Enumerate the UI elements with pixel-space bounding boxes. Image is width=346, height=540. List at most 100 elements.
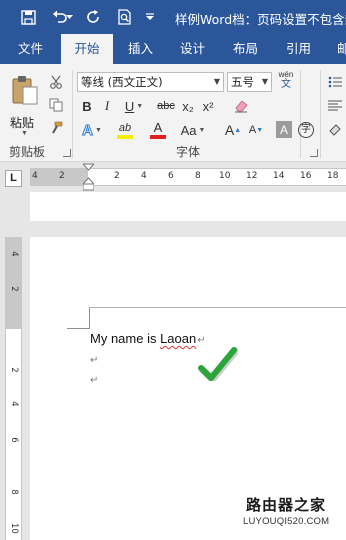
strikethrough-button[interactable]: abc [155, 96, 177, 116]
chevron-down-icon: ▼ [136, 102, 144, 110]
superscript-button[interactable]: x² [200, 96, 216, 116]
empty-paragraph[interactable]: ↵ [90, 371, 98, 386]
underline-button[interactable]: U ▼ [123, 96, 145, 116]
underline-glyph: U [124, 98, 135, 114]
ruler-tick: 2 [9, 286, 19, 292]
window-title: 样例Word档：页码设置不包含封 [175, 12, 346, 27]
shrink-font-button[interactable]: A ▼ [247, 120, 265, 140]
subscript-button[interactable]: x₂ [180, 96, 196, 116]
print-preview-icon[interactable] [113, 6, 135, 28]
ruler-tick: 2 [9, 367, 19, 373]
ruler-tick: 10 [9, 523, 19, 534]
document-paragraph[interactable]: My name is Laoan↵ [90, 331, 206, 346]
character-shading-button[interactable]: A [276, 121, 292, 138]
ruler-tick: 6 [9, 437, 19, 443]
grow-font-button[interactable]: A ▲ [224, 120, 242, 140]
crop-mark [67, 328, 89, 329]
enclose-characters-button[interactable]: 字 [297, 120, 315, 140]
paragraph-mark: ↵ [90, 355, 99, 366]
ruler-tick: 10 [219, 171, 231, 181]
clear-formatting-icon[interactable] [232, 96, 250, 116]
font-color-glyph: A [153, 120, 163, 135]
crop-mark [89, 307, 90, 329]
font-color-swatch [150, 135, 166, 139]
paste-icon [12, 76, 38, 105]
tab-layout[interactable]: 布局 [233, 34, 258, 64]
ruler-tick: 16 [300, 171, 312, 181]
font-size-value: 五号 [231, 75, 254, 89]
paste-label: 粘贴 [10, 116, 35, 130]
chevron-down-icon: ▼ [198, 126, 206, 134]
chevron-down-icon: ▼ [213, 77, 220, 86]
tab-file[interactable]: 文件 [18, 34, 43, 64]
save-icon[interactable] [17, 6, 39, 28]
tab-mailings[interactable]: 邮 [337, 34, 346, 64]
tab-insert[interactable]: 插入 [128, 34, 153, 64]
shading-icon[interactable] [326, 120, 344, 140]
ruler-tick: 2 [114, 171, 120, 181]
font-name-value: 等线 (西文正文) [81, 75, 163, 89]
indent-marker-icon[interactable] [81, 163, 96, 191]
paste-button[interactable]: 粘贴 ▼ [8, 74, 42, 137]
paste-dropdown-icon[interactable]: ▼ [21, 130, 28, 137]
highlight-swatch [117, 135, 133, 139]
font-group-label: 字体 [176, 145, 201, 159]
horizontal-ruler[interactable]: 4 2 2 4 6 8 10 12 14 16 18 [30, 168, 346, 186]
ruler-tick: 18 [327, 171, 339, 181]
ruler-tick: 8 [195, 171, 201, 181]
font-color-button[interactable]: A [145, 118, 171, 142]
highlight-color-button[interactable]: ab [112, 118, 138, 142]
clipboard-launcher-icon[interactable] [63, 149, 71, 157]
watermark-url: LUYOUQI520.COM [243, 516, 330, 527]
ribbon-tabs: 文件 开始 插入 设计 布局 引用 邮 [0, 34, 346, 64]
paragraph-text: My name is [90, 331, 161, 346]
font-size-combobox[interactable]: 五号 ▼ [227, 72, 272, 92]
phonetic-pinyin: wén [278, 70, 294, 79]
copy-icon[interactable] [47, 95, 65, 115]
format-painter-icon[interactable] [47, 118, 65, 138]
tab-home[interactable]: 开始 [61, 34, 113, 64]
grow-arrow-icon: ▲ [234, 126, 242, 134]
chevron-down-icon: ▼ [94, 126, 102, 134]
phonetic-guide-button[interactable]: wén 文 [276, 70, 296, 94]
title-bar: 样例Word档：页码设置不包含封 [0, 0, 346, 34]
font-launcher-icon[interactable] [310, 149, 318, 157]
ruler-tick: 6 [168, 171, 174, 181]
previous-page-bottom [30, 192, 346, 221]
ruler-tick: 12 [246, 171, 258, 181]
ruler-tick: 4 [141, 171, 147, 181]
cut-icon[interactable] [47, 72, 65, 92]
clipboard-group-label: 剪贴板 [9, 145, 46, 159]
shrink-arrow-icon: ▼ [256, 126, 264, 134]
redo-icon[interactable] [82, 6, 104, 28]
change-case-button[interactable]: Aa ▼ [178, 120, 208, 140]
italic-button[interactable]: I [100, 96, 114, 116]
ruler-area: L 4 2 2 4 6 8 10 12 14 16 18 [0, 163, 346, 192]
grow-font-glyph: A [224, 122, 235, 138]
ruler-tick: 4 [9, 251, 19, 257]
phonetic-char: 文 [281, 79, 291, 90]
bold-button[interactable]: B [79, 96, 95, 116]
group-divider [320, 70, 321, 158]
highlight-glyph: ab [118, 122, 132, 134]
customize-qat-icon[interactable] [143, 6, 157, 28]
ruler-tick: 4 [32, 171, 38, 181]
enclose-glyph: 字 [298, 122, 314, 138]
tab-design[interactable]: 设计 [180, 34, 205, 64]
bullets-icon[interactable] [326, 72, 344, 92]
tab-references[interactable]: 引用 [286, 34, 311, 64]
tab-selector[interactable]: L [5, 170, 22, 187]
misspelled-word[interactable]: Laoan [160, 331, 196, 346]
shrink-font-glyph: A [248, 124, 257, 136]
ruler-tick: 8 [9, 489, 19, 495]
ribbon-home: 粘贴 ▼ 剪贴板 等线 (西文正文) ▼ 五号 ▼ wén 文 B I U ▼ a… [0, 64, 346, 162]
font-name-combobox[interactable]: 等线 (西文正文) ▼ [77, 72, 224, 92]
align-left-icon[interactable] [326, 96, 344, 116]
empty-paragraph[interactable]: ↵ [90, 351, 98, 366]
paragraph-mark: ↵ [197, 335, 206, 346]
ruler-tick: 4 [9, 401, 19, 407]
undo-dropdown-icon[interactable] [64, 6, 74, 28]
text-effects-button[interactable]: A ▼ [79, 120, 105, 140]
ruler-tick: 2 [59, 171, 65, 181]
vertical-ruler[interactable]: 4 2 2 4 6 8 10 [5, 237, 22, 540]
